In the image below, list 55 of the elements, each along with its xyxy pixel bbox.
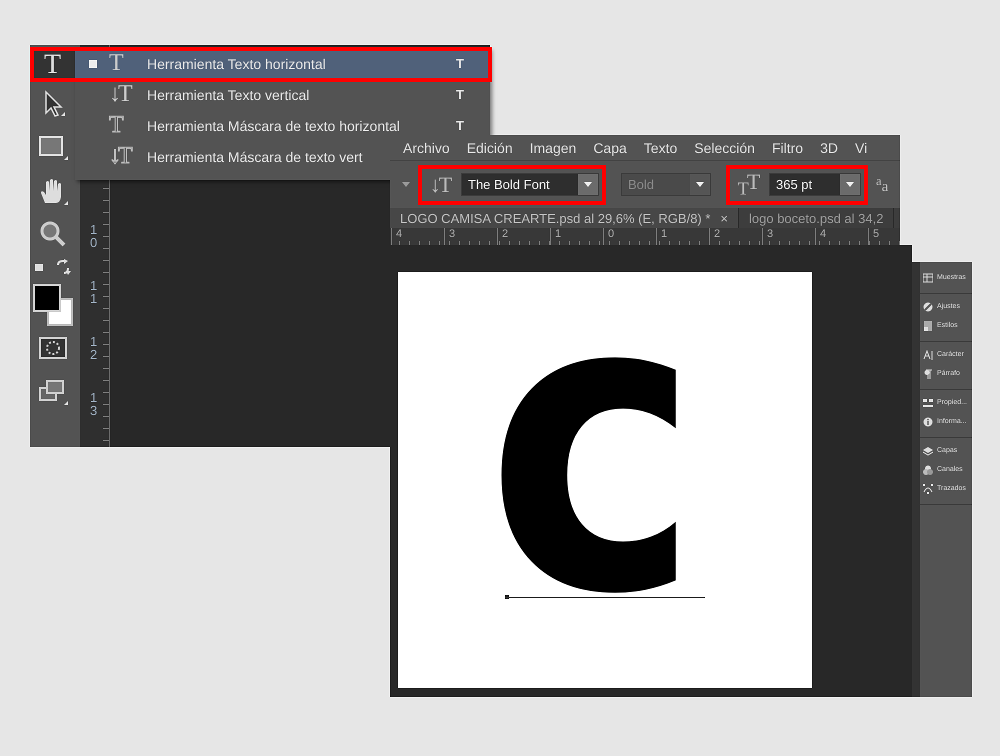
menu-title[interactable]: Edición [466,140,513,156]
menu-item-label: Herramienta Máscara de texto vert [146,148,364,164]
caret-icon [584,182,592,187]
dropdown[interactable]: 365 pt [769,173,861,196]
swatches-icon [923,272,933,282]
ruler-number: 10 [90,223,98,252]
ruler-number: 13 [90,391,98,420]
rectangle-icon [38,135,68,161]
caret-icon[interactable] [402,182,410,187]
menu-item-label: Herramienta Texto horizontal [146,56,327,72]
menu-item[interactable]: ↓T Herramienta Texto vertical T [75,79,490,110]
search-icon [38,220,66,248]
shortcut-key: T [456,118,490,133]
ruler-number: 12 [90,335,98,364]
menu-title[interactable]: Capa [593,140,627,156]
properties-icon [923,398,933,408]
menu-title[interactable]: Texto [644,140,678,156]
swap-colors-icon[interactable] [54,259,70,275]
type-tool-glyph: ↓T [109,81,132,108]
stacked-screens-icon [38,378,68,406]
dropdown: Bold [621,173,711,196]
menu-item[interactable]: ↓T Herramienta Máscara de texto vert [75,141,390,172]
type-tool-glyph: T [109,112,123,139]
menu-title[interactable]: Archivo [403,140,450,156]
canvas-text: c [486,295,700,595]
paragraph-icon [923,368,933,378]
dropdown[interactable]: The Bold Font [461,173,599,196]
adjustments-icon [923,302,933,312]
paths-icon [923,484,933,494]
caret-icon [696,182,704,187]
type-tool-glyph: T [109,50,122,77]
shortcut-key: T [456,56,490,71]
menu-title[interactable]: Imagen [530,140,576,156]
shortcut-key: T [456,87,490,102]
channels-icon [923,464,933,474]
info-icon [923,416,933,426]
menu-title[interactable]: Selección [694,140,755,156]
close-icon[interactable]: × [720,210,728,226]
menu-title[interactable]: Filtro [772,140,804,156]
selection-bullet [89,60,97,68]
layers-icon [923,446,933,456]
antialias-glyph[interactable]: $^{a}$a [876,174,888,196]
menu-item-label: Herramienta Texto vertical [146,86,310,102]
menu-item[interactable]: T Herramienta Máscara de texto horizontal T [75,110,490,141]
styles-icon [923,320,933,330]
ruler-number: 11 [90,279,98,308]
character-icon [923,350,933,360]
menu-title[interactable]: Vi [854,140,868,156]
font-size-glyph: $_{T}$T [736,169,760,200]
menu-item-label: Herramienta Máscara de texto horizontal [146,118,401,134]
menu-title[interactable]: 3D [820,140,838,156]
caret-icon [846,182,854,187]
text-orientation-toggle[interactable]: ↓T [425,172,455,198]
document-tab[interactable]: LOGO CAMISA CREARTE.psd al 29,6% (E, RGB/8) * × [390,208,740,228]
type-tool-glyph: ↓T [109,143,132,170]
